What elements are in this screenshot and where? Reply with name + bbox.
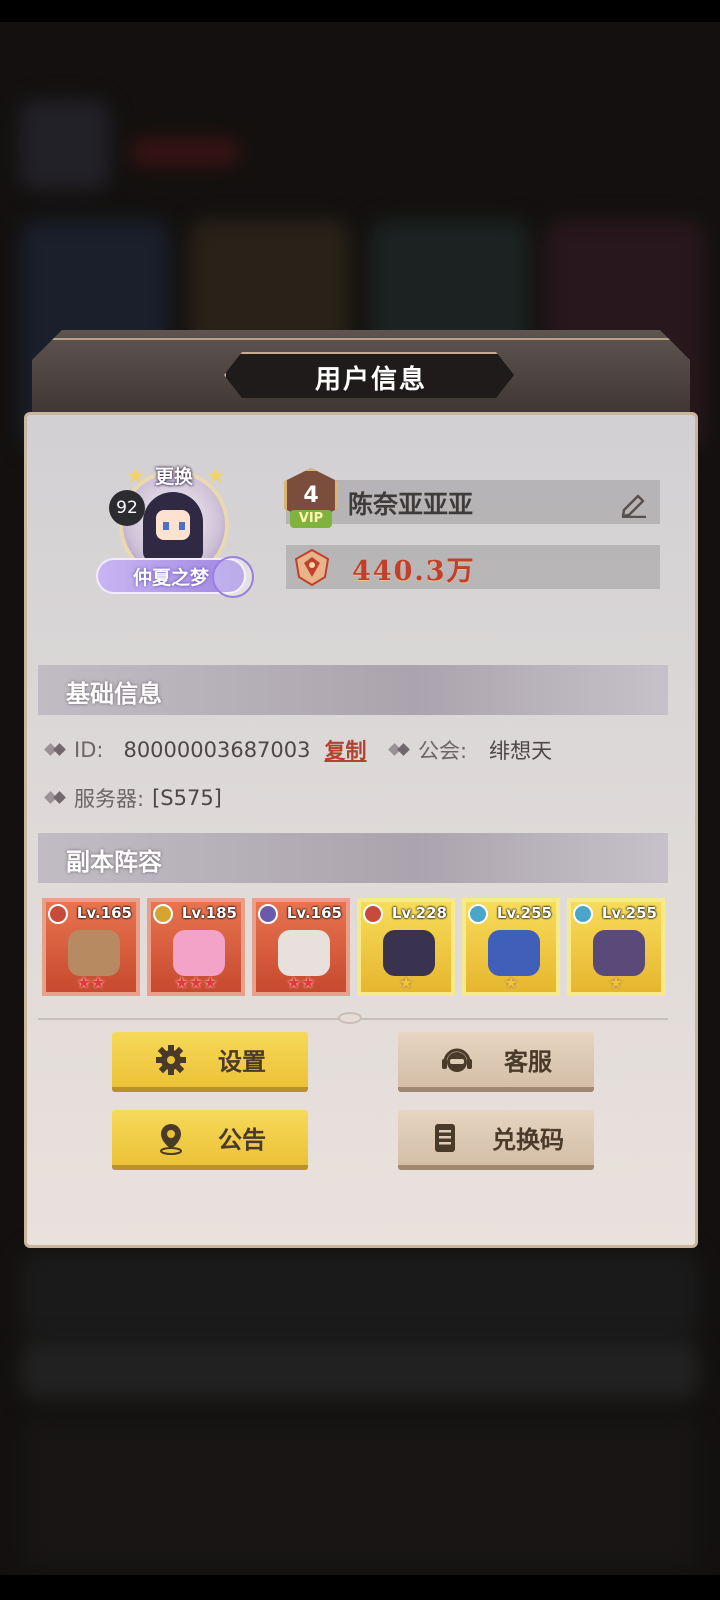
player-level-badge: 92	[109, 490, 145, 526]
hero-stars: ★★★	[174, 973, 218, 992]
hero-portrait	[173, 930, 225, 976]
magic-circle-icon	[212, 556, 254, 598]
id-value: 80000003687003	[123, 738, 311, 762]
location-pin-icon	[154, 1121, 188, 1155]
lineup-title: 副本阵容	[66, 848, 162, 876]
server-row: 服务器: [S575]	[46, 783, 222, 813]
redeem-code-button[interactable]: 兑换码	[398, 1110, 594, 1170]
settings-button[interactable]: 设置	[112, 1032, 308, 1092]
diamond-bullet-icon	[46, 743, 66, 757]
diamond-bullet-icon	[46, 791, 66, 805]
change-avatar-button[interactable]: 更换	[124, 462, 224, 488]
element-icon	[258, 904, 278, 924]
nav-bar	[0, 1575, 720, 1600]
copy-id-button[interactable]: 复制	[325, 735, 367, 765]
settings-label: 设置	[218, 1048, 266, 1076]
combat-power: 440.3万	[352, 556, 476, 587]
dialog-title: 用户信息	[224, 352, 514, 398]
hero-level: Lv.255	[601, 904, 657, 922]
basic-info-title: 基础信息	[66, 680, 162, 708]
hero-level: Lv.165	[286, 904, 342, 922]
hero-card[interactable]: Lv.255 ★	[462, 898, 560, 996]
player-name: 陈奈亚亚亚	[348, 490, 474, 519]
redeem-code-label: 兑换码	[492, 1126, 564, 1154]
hero-stars: ★	[398, 973, 414, 992]
element-icon	[363, 904, 383, 924]
element-icon	[153, 904, 173, 924]
avatar-eye	[179, 522, 185, 530]
id-label: ID:	[74, 738, 104, 762]
diamond-bullet-icon	[390, 743, 410, 757]
basic-info-header: 基础信息	[38, 665, 668, 715]
vip-tag: VIP	[290, 510, 332, 528]
avatar-eye	[163, 522, 169, 530]
hero-card[interactable]: Lv.165 ★★	[42, 898, 140, 996]
guild-value: 绯想天	[489, 739, 553, 763]
hero-card[interactable]: Lv.228 ★	[357, 898, 455, 996]
lineup-header: 副本阵容	[38, 833, 668, 883]
hero-stars: ★★	[76, 973, 106, 992]
hero-level: Lv.228	[391, 904, 447, 922]
hero-lineup: Lv.165 ★★ Lv.185 ★★★ Lv.165 ★★ Lv.228 ★ …	[42, 898, 666, 996]
hero-card[interactable]: Lv.185 ★★★	[147, 898, 245, 996]
announcement-label: 公告	[218, 1126, 266, 1154]
user-info-dialog: 用户信息 ★ ★ 更换 92 仲夏之梦 4 VIP 陈奈亚亚亚 440.3万 基…	[24, 330, 698, 1250]
hero-portrait	[593, 930, 645, 976]
power-crest-icon	[292, 547, 332, 587]
headset-icon	[440, 1043, 474, 1077]
element-icon	[468, 904, 488, 924]
avatar-frame[interactable]: ★ ★ 更换 92 仲夏之梦	[94, 464, 254, 610]
hero-level: Lv.165	[76, 904, 132, 922]
hero-portrait	[383, 930, 435, 976]
hero-stars: ★★	[286, 973, 316, 992]
guild-label: 公会:	[418, 739, 468, 763]
hero-level: Lv.255	[496, 904, 552, 922]
edit-pencil-icon[interactable]	[618, 488, 650, 519]
ticket-icon	[428, 1121, 462, 1155]
customer-service-label: 客服	[504, 1048, 552, 1076]
element-icon	[48, 904, 68, 924]
hero-stars: ★	[608, 973, 624, 992]
divider-ornament	[338, 1012, 362, 1024]
header-trim	[32, 338, 690, 340]
server-label: 服务器:	[74, 787, 145, 811]
guild-row: 公会: 绯想天	[390, 735, 552, 765]
player-title-badge: 仲夏之梦	[96, 556, 254, 598]
hero-card[interactable]: Lv.255 ★	[567, 898, 665, 996]
server-value: [S575]	[152, 786, 222, 810]
hero-stars: ★	[503, 973, 519, 992]
gear-icon	[154, 1043, 188, 1077]
hero-level: Lv.185	[181, 904, 237, 922]
hero-portrait	[278, 930, 330, 976]
title-badge-label: 仲夏之梦	[132, 566, 209, 589]
customer-service-button[interactable]: 客服	[398, 1032, 594, 1092]
hero-portrait	[488, 930, 540, 976]
id-row: ID: 80000003687003 复制	[46, 735, 367, 765]
element-icon	[573, 904, 593, 924]
hero-portrait	[68, 930, 120, 976]
vip-badge: 4 VIP	[282, 468, 340, 532]
hero-card[interactable]: Lv.165 ★★	[252, 898, 350, 996]
announcement-button[interactable]: 公告	[112, 1110, 308, 1170]
